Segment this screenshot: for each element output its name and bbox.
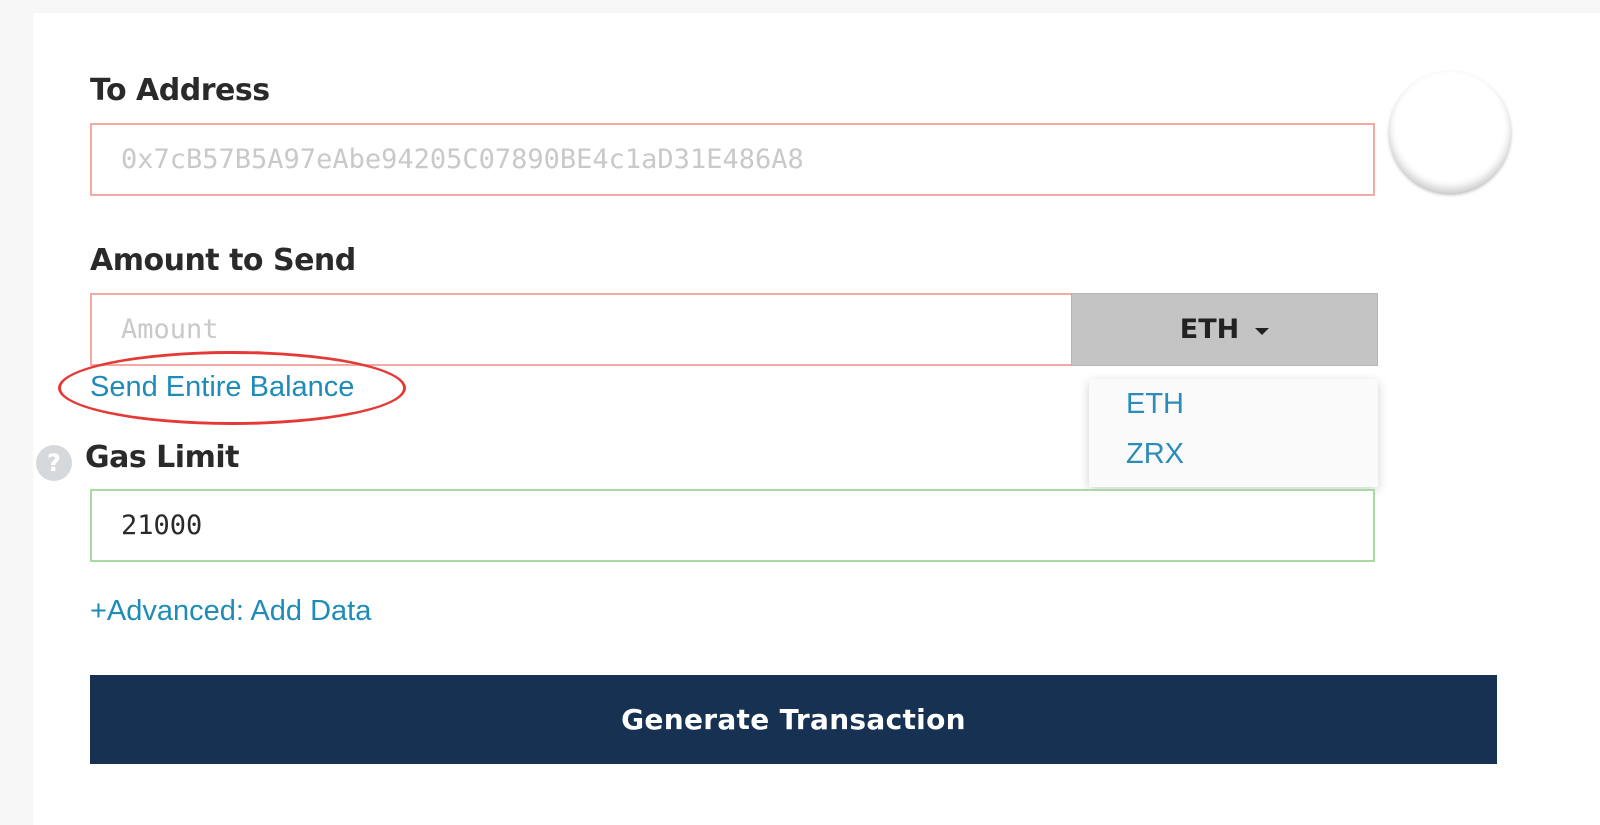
currency-selected-label: ETH [1179,314,1240,345]
amount-label: Amount to Send [90,243,356,278]
to-address-input[interactable] [90,123,1375,196]
address-identicon [1389,71,1511,193]
question-circle-icon[interactable]: ? [36,445,72,481]
currency-dropdown-button[interactable]: ETH [1071,293,1378,366]
advanced-add-data-link[interactable]: +Advanced: Add Data [90,595,371,628]
generate-transaction-button[interactable]: Generate Transaction [90,675,1497,764]
gas-limit-label: Gas Limit [85,440,239,475]
currency-option-eth[interactable]: ETH [1126,388,1184,421]
gas-limit-input[interactable] [90,489,1375,562]
to-address-label: To Address [90,73,270,108]
send-entire-balance-link[interactable]: Send Entire Balance [90,371,354,404]
currency-option-zrx[interactable]: ZRX [1126,438,1184,471]
caret-down-icon [1255,328,1270,335]
currency-dropdown-menu: ETH ZRX [1089,379,1378,487]
amount-input[interactable] [90,293,1073,366]
